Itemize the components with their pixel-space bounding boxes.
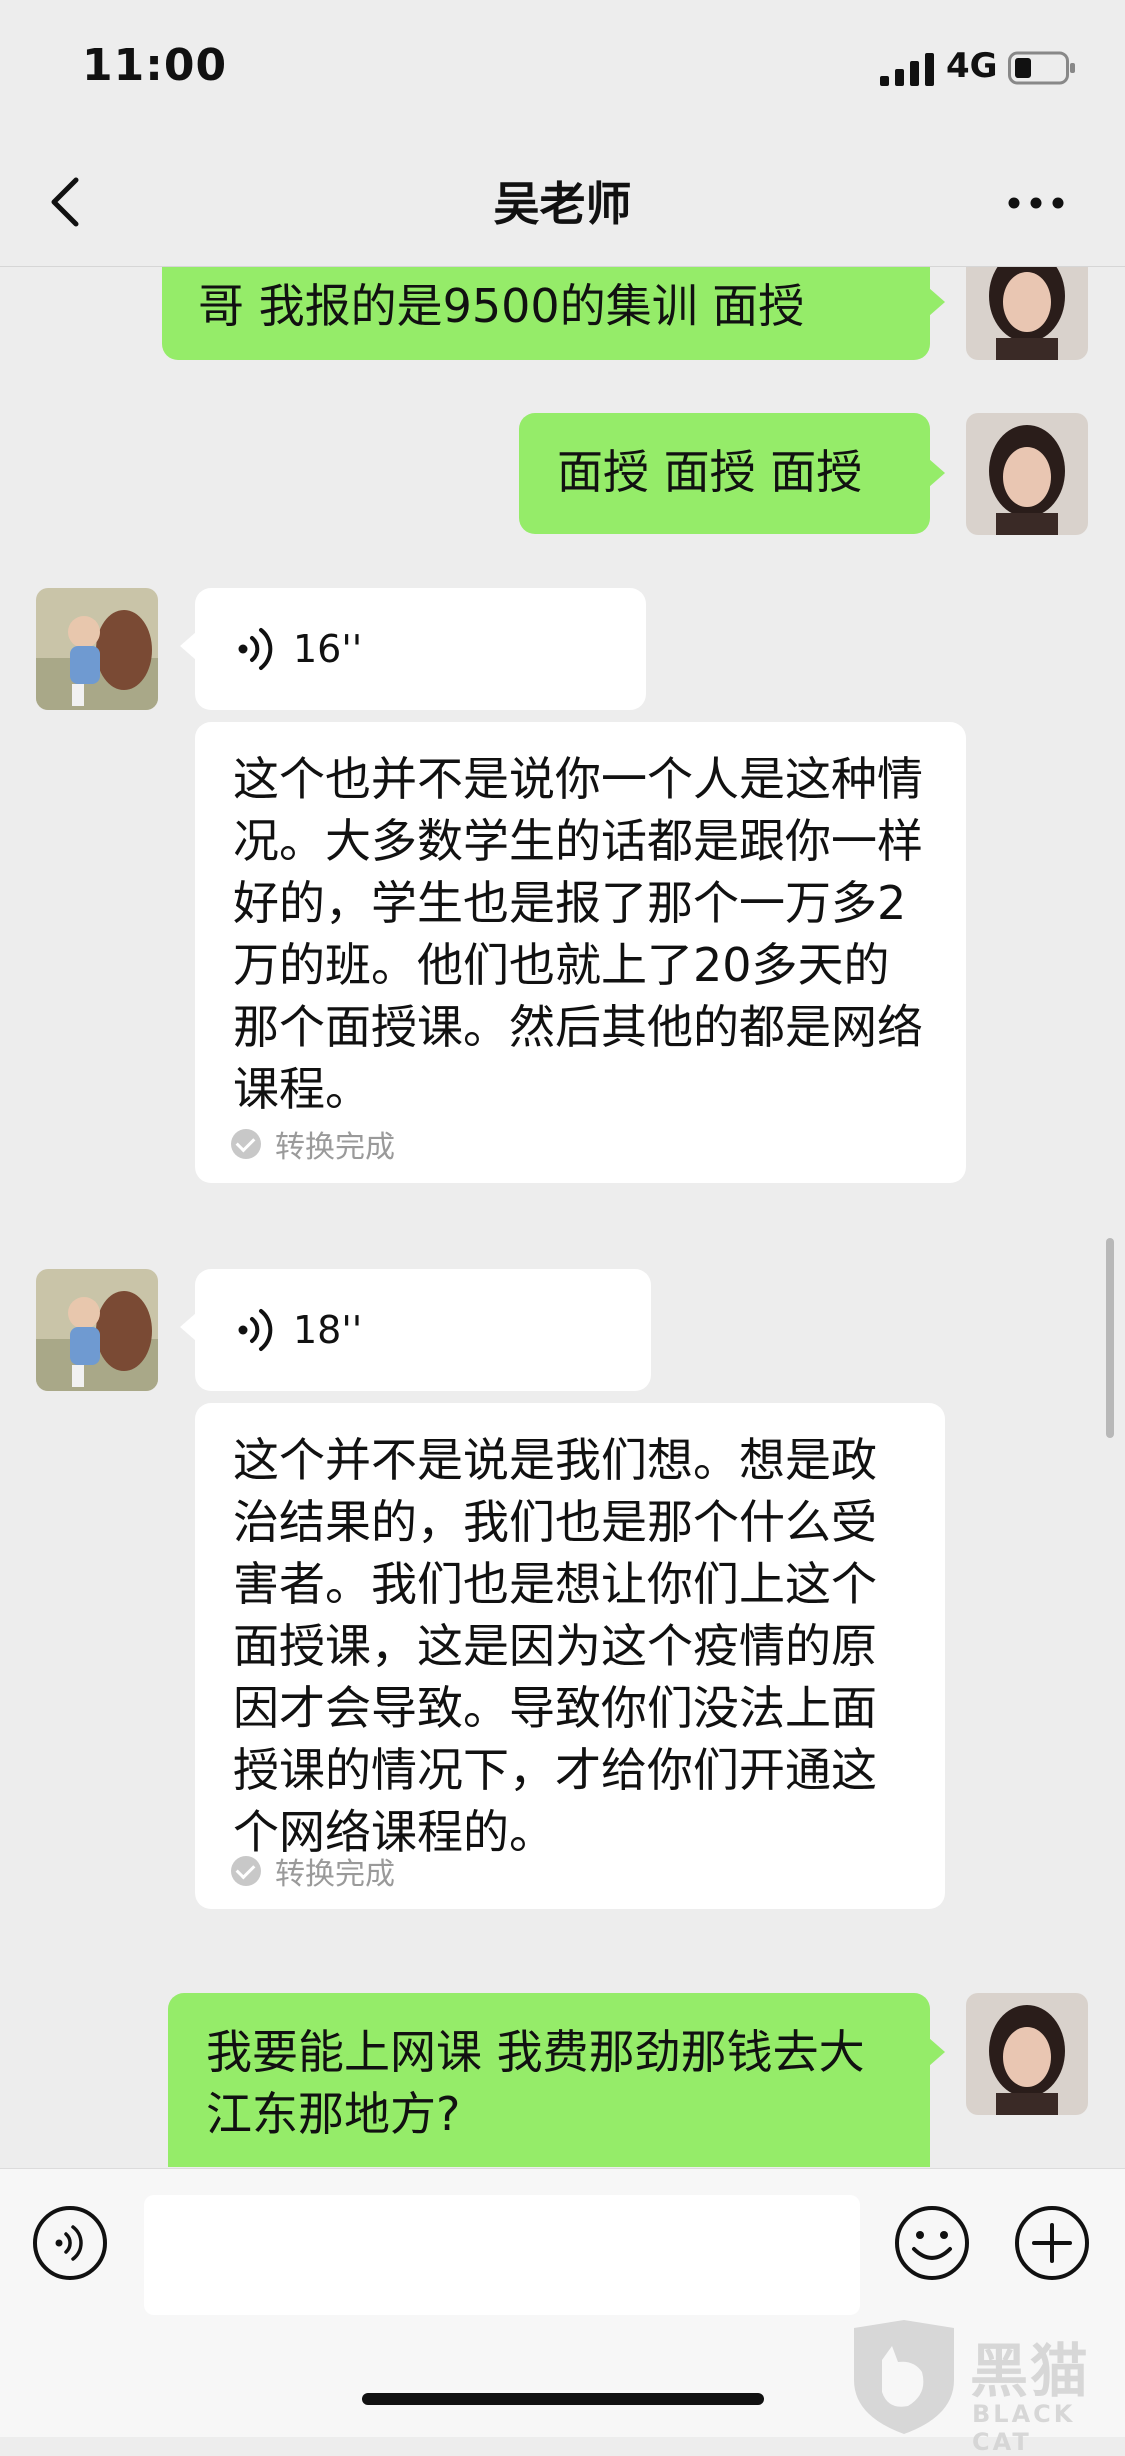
network-type: 4G bbox=[946, 46, 998, 86]
contact-avatar[interactable] bbox=[36, 1269, 158, 1391]
contact-avatar[interactable] bbox=[36, 588, 158, 710]
user-avatar-photo bbox=[966, 413, 1088, 535]
bubble-tail bbox=[180, 1313, 196, 1341]
status-time: 11:00 bbox=[82, 40, 228, 91]
watermark-subtitle: BLACK CAT bbox=[972, 2400, 1076, 2456]
transcript-status: 转换完成 bbox=[275, 1857, 395, 1892]
message-text: 面授 面授 面授 bbox=[557, 445, 863, 499]
message-list[interactable]: 哥 我报的是9500的集训 面授 面授 面授 面授 16'' 这个也并不是说你一… bbox=[0, 267, 1125, 2167]
user-avatar-photo bbox=[966, 267, 1088, 360]
voice-message-bubble[interactable]: 18'' bbox=[195, 1269, 651, 1391]
transcript-status: 转换完成 bbox=[275, 1130, 395, 1165]
bubble-tail bbox=[180, 632, 196, 660]
signal-icon bbox=[880, 53, 934, 86]
home-indicator[interactable] bbox=[362, 2393, 764, 2405]
voice-transcript-bubble[interactable]: 这个并不是说是我们想。想是政治结果的，我们也是那个什么受害者。我们也是想让你们上… bbox=[195, 1403, 945, 1909]
plus-icon[interactable] bbox=[1014, 2205, 1090, 2281]
battery-icon bbox=[1008, 51, 1075, 85]
scroll-indicator[interactable] bbox=[1106, 1238, 1114, 1438]
voice-message-bubble[interactable]: 16'' bbox=[195, 588, 646, 710]
checkmark-icon bbox=[231, 1129, 261, 1159]
voice-duration: 16'' bbox=[293, 627, 363, 671]
user-avatar-photo bbox=[966, 1993, 1088, 2115]
message-text: 哥 我报的是9500的集训 面授 bbox=[198, 279, 805, 333]
contact-avatar-photo bbox=[36, 1269, 158, 1391]
voice-duration: 18'' bbox=[293, 1308, 363, 1352]
sent-message-bubble[interactable]: 面授 面授 面授 bbox=[519, 413, 930, 534]
more-options-icon[interactable] bbox=[1004, 188, 1068, 218]
bubble-tail bbox=[929, 459, 945, 487]
voice-transcript-bubble[interactable]: 这个也并不是说你一个人是这种情况。大多数学生的话都是跟你一样好的，学生也是报了那… bbox=[195, 722, 966, 1183]
my-avatar[interactable] bbox=[966, 1993, 1088, 2115]
contact-avatar-photo bbox=[36, 588, 158, 710]
my-avatar[interactable] bbox=[966, 413, 1088, 535]
voice-wave-icon bbox=[238, 628, 273, 670]
chat-header: 吴老师 bbox=[0, 140, 1125, 267]
message-input[interactable] bbox=[144, 2195, 860, 2315]
transcript-text: 这个并不是说是我们想。想是政治结果的，我们也是那个什么受害者。我们也是想让你们上… bbox=[233, 1433, 877, 1859]
watermark-title: 黑猫 bbox=[970, 2337, 1091, 2405]
checkmark-icon bbox=[231, 1856, 261, 1886]
chat-title: 吴老师 bbox=[493, 177, 632, 231]
bubble-tail bbox=[929, 2038, 945, 2066]
watermark: 黑猫 BLACK CAT bbox=[848, 2320, 1120, 2456]
voice-input-icon[interactable] bbox=[32, 2205, 108, 2281]
my-avatar[interactable] bbox=[966, 267, 1088, 360]
emoji-icon[interactable] bbox=[894, 2205, 970, 2281]
sent-message-bubble[interactable]: 哥 我报的是9500的集训 面授 bbox=[162, 267, 930, 360]
voice-wave-icon bbox=[238, 1309, 273, 1351]
transcript-text: 这个也并不是说你一个人是这种情况。大多数学生的话都是跟你一样好的，学生也是报了那… bbox=[233, 752, 923, 1116]
sent-message-bubble[interactable]: 我要能上网课 我费那劲那钱去大江东那地方? bbox=[168, 1993, 930, 2167]
message-text: 我要能上网课 我费那劲那钱去大江东那地方? bbox=[206, 2025, 865, 2141]
bubble-tail bbox=[929, 288, 945, 316]
status-bar: 11:00 4G bbox=[0, 0, 1125, 140]
cat-shield-logo-icon bbox=[854, 2320, 954, 2434]
